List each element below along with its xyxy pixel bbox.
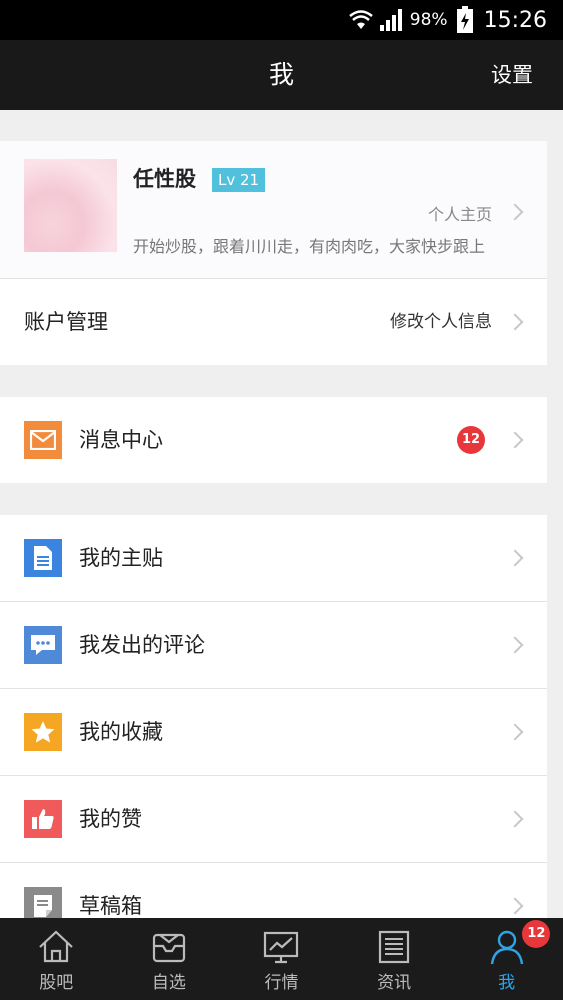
profile-bio: 开始炒股，跟着川川走，有肉肉吃，大家快步跟上	[133, 237, 486, 256]
tab-watchlist[interactable]: 自选	[113, 918, 226, 1000]
chevron-right-icon	[506, 203, 524, 221]
chevron-right-icon	[506, 313, 524, 331]
tab-market[interactable]: 行情	[225, 918, 338, 1000]
comment-icon	[24, 626, 62, 664]
message-center-label: 消息中心	[79, 428, 163, 452]
notification-badge: 12	[522, 920, 551, 948]
tab-news[interactable]: 资讯	[338, 918, 451, 1000]
inbox-icon	[152, 933, 185, 963]
menu-item-label: 我发出的评论	[79, 633, 205, 657]
chevron-right-icon	[506, 431, 524, 449]
tab-label: 自选	[151, 973, 186, 993]
bottom-tab-bar: 股吧 自选 行情 资讯 我 12	[0, 918, 563, 1000]
battery-charging-icon	[456, 6, 473, 33]
homepage-link[interactable]: 个人主页	[428, 201, 492, 225]
tab-label: 我	[498, 973, 516, 993]
level-badge: Lv 21	[212, 168, 266, 192]
account-management-row[interactable]: 账户管理 修改个人信息	[0, 279, 547, 365]
battery-percentage: 98%	[409, 10, 448, 30]
account-management-label: 账户管理	[24, 310, 108, 334]
my-posts-row[interactable]: 我的主贴	[0, 515, 547, 602]
chevron-right-icon	[506, 549, 524, 567]
tab-label: 股吧	[39, 973, 74, 993]
status-time: 15:26	[483, 7, 547, 33]
chevron-right-icon	[506, 897, 524, 915]
settings-button[interactable]: 设置	[491, 40, 533, 110]
chart-monitor-icon	[264, 931, 299, 964]
profile-section: 任性股 Lv 21 个人主页 开始炒股，跟着川川走，有肉肉吃，大家快步跟上 账户…	[0, 141, 547, 365]
news-icon	[378, 930, 410, 964]
status-bar: 98% 15:26	[0, 0, 563, 40]
tab-me[interactable]: 我 12	[450, 918, 563, 1000]
activity-menu-section: 我的主贴 我发出的评论 我的收藏 我的赞 草稿箱	[0, 515, 547, 949]
chevron-right-icon	[506, 636, 524, 654]
person-icon	[490, 930, 523, 965]
menu-item-label: 我的主贴	[79, 546, 163, 570]
mail-icon	[24, 421, 62, 459]
menu-item-label: 我的赞	[79, 807, 142, 831]
top-navigation-bar: 我 设置	[0, 40, 563, 110]
document-icon	[24, 539, 62, 577]
page-title: 我	[268, 60, 294, 89]
avatar[interactable]	[24, 159, 117, 252]
signal-icon	[379, 9, 402, 31]
wifi-icon	[349, 10, 373, 29]
chevron-right-icon	[506, 723, 524, 741]
tab-guba[interactable]: 股吧	[0, 918, 113, 1000]
chevron-right-icon	[506, 810, 524, 828]
tab-label: 资讯	[377, 973, 412, 993]
menu-item-label: 我的收藏	[79, 720, 163, 744]
edit-profile-link[interactable]: 修改个人信息	[390, 279, 492, 365]
thumbs-up-icon	[24, 800, 62, 838]
home-icon	[39, 930, 74, 963]
message-center-row[interactable]: 消息中心 12	[0, 397, 547, 483]
unread-count-badge: 12	[457, 426, 485, 454]
username: 任性股	[133, 167, 196, 191]
my-favorites-row[interactable]: 我的收藏	[0, 689, 547, 776]
profile-card[interactable]: 任性股 Lv 21 个人主页 开始炒股，跟着川川走，有肉肉吃，大家快步跟上	[0, 141, 547, 279]
star-icon	[24, 713, 62, 751]
messages-section: 消息中心 12	[0, 397, 547, 483]
tab-label: 行情	[264, 973, 299, 993]
my-likes-row[interactable]: 我的赞	[0, 776, 547, 863]
my-comments-row[interactable]: 我发出的评论	[0, 602, 547, 689]
